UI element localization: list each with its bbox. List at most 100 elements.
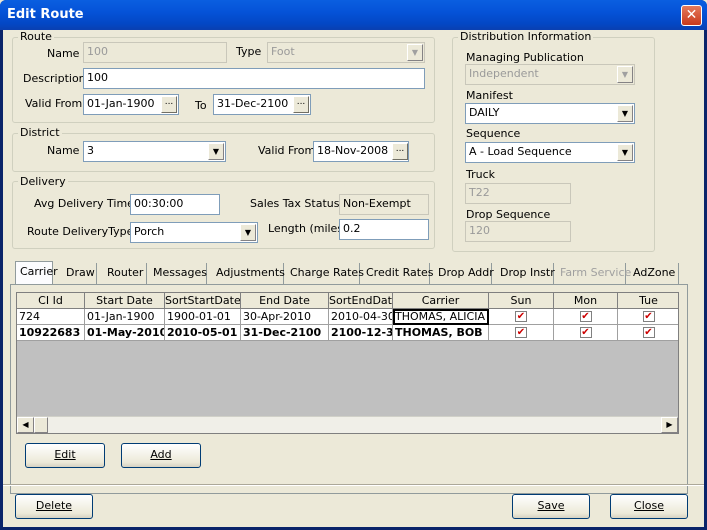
managing-publication-select[interactable]: Independent ▼ [465, 64, 635, 85]
district-valid-from-picker-button[interactable]: ... [392, 143, 408, 160]
district-name-label: Name [47, 144, 80, 157]
description-field[interactable]: 100 [83, 68, 425, 89]
chevron-down-icon: ▼ [617, 66, 633, 83]
table-row-1-ci-id[interactable]: 724 [17, 309, 85, 325]
close-icon: ✕ [685, 7, 698, 23]
title-bar[interactable]: Edit Route ✕ [0, 0, 707, 30]
district-name-value: 3 [87, 144, 94, 157]
table-row-1-mon[interactable]: ✔ [554, 309, 618, 325]
tab-adzone[interactable]: AdZone [629, 263, 679, 284]
avg-delivery-time-field[interactable]: 00:30:00 [130, 194, 220, 215]
checkbox-checked-icon[interactable]: ✔ [579, 311, 592, 322]
table-row-2-tue[interactable]: ✔ [618, 325, 678, 341]
route-valid-from-label: Valid From [25, 97, 83, 110]
col-header-sort-start-date[interactable]: SortStartDate [165, 293, 241, 309]
close-button[interactable]: Close [610, 494, 688, 519]
tab-drop-instr[interactable]: Drop Instr [496, 263, 555, 284]
sequence-select[interactable]: A - Load Sequence ▼ [465, 142, 635, 163]
scroll-thumb[interactable] [34, 417, 48, 433]
sales-tax-status-field: Non-Exempt [339, 194, 429, 215]
table-row-1-sort-start-date[interactable]: 1900-01-01 [165, 309, 241, 325]
manifest-label: Manifest [466, 89, 513, 102]
grid-horizontal-scrollbar[interactable]: ◀ ▶ [17, 416, 678, 433]
tab-carrier[interactable]: Carrier [15, 261, 58, 285]
route-valid-to-picker-button[interactable]: ... [293, 96, 309, 113]
route-name-field[interactable]: 100 [83, 42, 227, 63]
edit-route-window: Edit Route ✕ Route Name 100 Type Foot ▼ … [0, 0, 707, 530]
checkbox-checked-icon[interactable]: ✔ [515, 311, 527, 322]
add-button-label: Add [150, 448, 172, 461]
table-row-1-carrier[interactable]: THOMAS, ALICIA [393, 309, 489, 325]
truck-field[interactable]: T22 [465, 183, 571, 204]
description-label: Description [23, 72, 86, 85]
length-miles-field[interactable]: 0.2 [339, 219, 429, 240]
save-button[interactable]: Save [512, 494, 590, 519]
table-row-1-tue[interactable]: ✔ [618, 309, 678, 325]
managing-publication-label: Managing Publication [466, 51, 584, 64]
chevron-down-icon: ▼ [617, 144, 633, 161]
route-type-select[interactable]: Foot ▼ [267, 42, 425, 63]
edit-button[interactable]: Edit [25, 443, 105, 468]
tab-adjustments[interactable]: Adjustments [212, 263, 285, 284]
chevron-down-icon: ▼ [240, 224, 256, 241]
tab-draw[interactable]: Draw [62, 263, 97, 284]
table-row-1-sun[interactable]: ✔ [489, 309, 554, 325]
col-header-carrier[interactable]: Carrier [393, 293, 489, 309]
table-row-2-sun[interactable]: ✔ [489, 325, 554, 341]
tab-charge-rates[interactable]: Charge Rates [286, 263, 364, 284]
checkbox-checked-icon[interactable]: ✔ [642, 327, 655, 338]
length-miles-label: Length (miles) [268, 222, 348, 235]
table-row-2-sort-start-date[interactable]: 2010-05-01 [165, 325, 241, 341]
table-row-2-sort-end-date[interactable]: 2100-12-31 [329, 325, 393, 341]
col-header-end-date[interactable]: End Date [241, 293, 329, 309]
table-row-1-start-date[interactable]: 01-Jan-1900 [85, 309, 165, 325]
avg-delivery-time-label: Avg Delivery Time [34, 197, 134, 210]
table-row-1-sort-end-date[interactable]: 2010-04-30 [329, 309, 393, 325]
route-delivery-type-select[interactable]: Porch ▼ [130, 222, 258, 243]
col-header-sort-end-date[interactable]: SortEndDate [329, 293, 393, 309]
table-row-2-carrier[interactable]: THOMAS, BOB [393, 325, 489, 341]
carrier-grid[interactable]: CI Id Start Date SortStartDate End Date … [16, 292, 679, 434]
sequence-label: Sequence [466, 127, 521, 140]
manifest-select[interactable]: DAILY ▼ [465, 103, 635, 124]
truck-label: Truck [466, 168, 496, 181]
close-window-button[interactable]: ✕ [681, 5, 702, 26]
table-row-1-end-date[interactable]: 30-Apr-2010 [241, 309, 329, 325]
add-button[interactable]: Add [121, 443, 201, 468]
scroll-right-icon[interactable]: ▶ [661, 417, 678, 433]
sales-tax-status-label: Sales Tax Status [250, 197, 340, 210]
checkbox-checked-icon[interactable]: ✔ [579, 327, 592, 338]
col-header-ci-id[interactable]: CI Id [17, 293, 85, 309]
route-type-value: Foot [271, 45, 295, 58]
col-header-sun[interactable]: Sun [489, 293, 554, 309]
route-tabs: Carrier Draw Router Messages Adjustments… [15, 261, 685, 285]
col-header-tue[interactable]: Tue [618, 293, 678, 309]
tab-router[interactable]: Router [103, 263, 147, 284]
delete-button[interactable]: Delete [15, 494, 93, 519]
col-header-start-date[interactable]: Start Date [85, 293, 165, 309]
table-row-2-end-date[interactable]: 31-Dec-2100 [241, 325, 329, 341]
table-row-2-ci-id[interactable]: 10922683 [17, 325, 85, 341]
edit-button-label: Edit [54, 448, 76, 461]
route-valid-from-picker-button[interactable]: ... [161, 96, 177, 113]
manifest-value: DAILY [469, 106, 500, 119]
save-button-label: Save [537, 499, 565, 512]
table-row-2-mon[interactable]: ✔ [554, 325, 618, 341]
route-to-label: To [195, 99, 207, 112]
sequence-value: A - Load Sequence [469, 145, 572, 158]
tab-credit-rates[interactable]: Credit Rates [362, 263, 434, 284]
scroll-left-icon[interactable]: ◀ [17, 417, 34, 433]
route-type-label: Type [236, 45, 262, 58]
checkbox-checked-icon[interactable]: ✔ [642, 311, 655, 322]
tab-drop-addr[interactable]: Drop Addr [434, 263, 494, 284]
table-row-2-start-date[interactable]: 01-May-2010 [85, 325, 165, 341]
col-header-mon[interactable]: Mon [554, 293, 618, 309]
district-name-select[interactable]: 3 ▼ [83, 141, 226, 162]
checkbox-checked-icon[interactable]: ✔ [515, 327, 527, 338]
drop-sequence-label: Drop Sequence [466, 208, 551, 221]
managing-publication-value: Independent [469, 67, 539, 80]
drop-sequence-field[interactable]: 120 [465, 221, 571, 242]
dialog-body: Route Name 100 Type Foot ▼ Description 1… [3, 30, 704, 527]
delivery-legend: Delivery [18, 175, 68, 188]
tab-messages[interactable]: Messages [149, 263, 207, 284]
